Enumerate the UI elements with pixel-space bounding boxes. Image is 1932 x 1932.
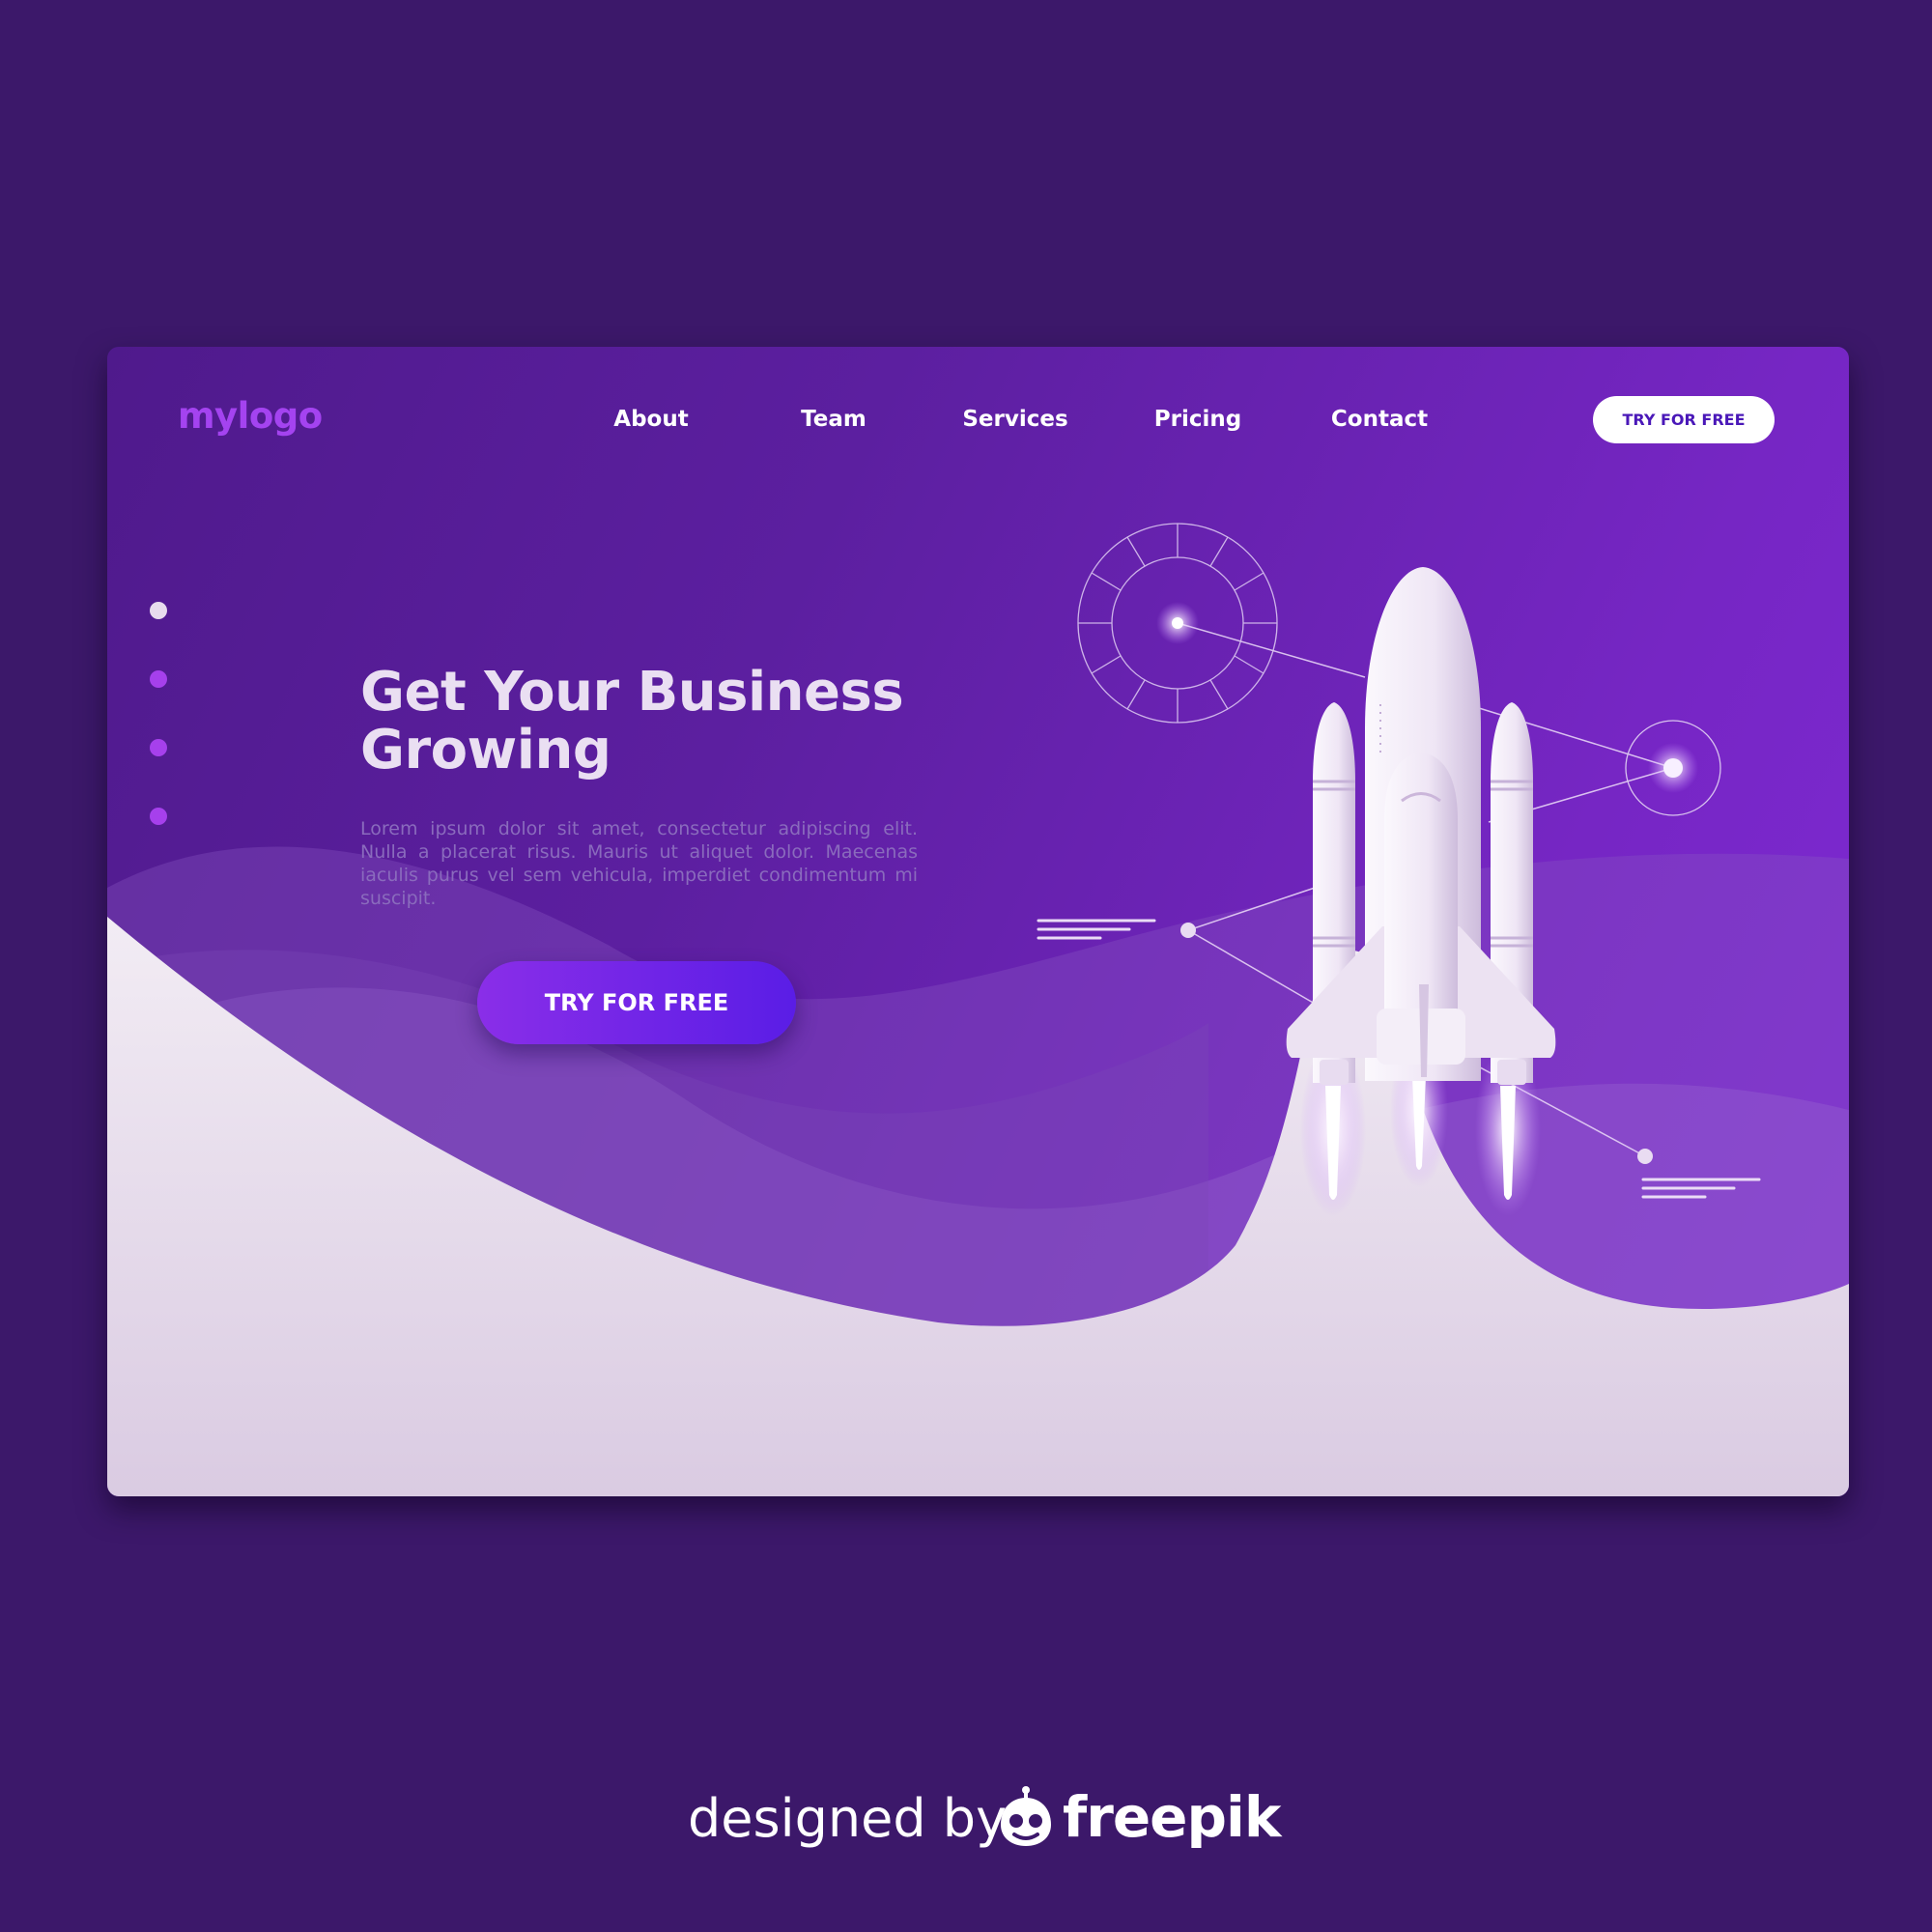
nav-item-about[interactable]: About <box>574 407 728 432</box>
slider-dot-1[interactable] <box>150 602 167 619</box>
hero-description: Lorem ipsum dolor sit amet, consectetur … <box>360 818 918 909</box>
background-illustration <box>107 523 1849 1496</box>
attribution-text: designed by <box>688 1788 1008 1849</box>
rocket-icon <box>1286 567 1556 1216</box>
slider-dot-3[interactable] <box>150 739 167 756</box>
main-nav: About Team Services Pricing Contact <box>107 407 1849 445</box>
node-bottom-right <box>1637 1149 1653 1164</box>
attribution-brand[interactable]: freepik <box>1063 1784 1281 1850</box>
nav-item-team[interactable]: Team <box>756 407 911 432</box>
nav-item-contact[interactable]: Contact <box>1302 407 1457 432</box>
hero-try-for-free-button[interactable]: TRY FOR FREE <box>477 961 796 1044</box>
landing-page-card: mylogo About Team Services Pricing Conta… <box>107 347 1849 1496</box>
freepik-logo-icon <box>1001 1786 1051 1846</box>
node-left <box>1180 923 1196 938</box>
slider-dot-4[interactable] <box>150 808 167 825</box>
nav-item-services[interactable]: Services <box>938 407 1093 432</box>
hero-title: Get Your Business Growing <box>360 661 904 781</box>
slider-dot-2[interactable] <box>150 670 167 688</box>
nav-item-pricing[interactable]: Pricing <box>1121 407 1275 432</box>
nav-try-for-free-button[interactable]: TRY FOR FREE <box>1593 396 1775 443</box>
